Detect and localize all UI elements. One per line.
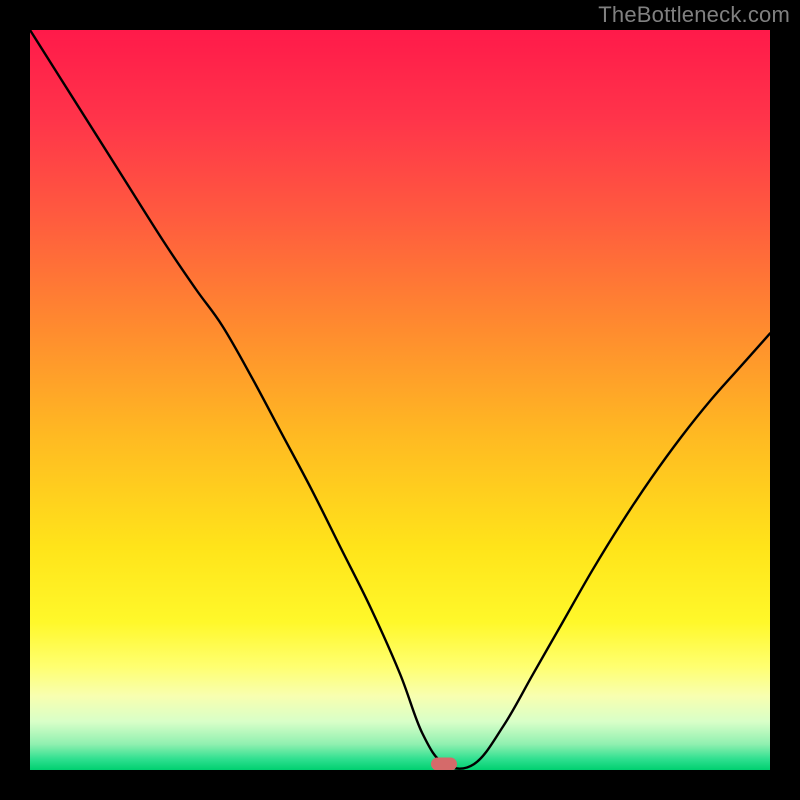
curve-layer [30, 30, 770, 770]
chart-frame: TheBottleneck.com [0, 0, 800, 800]
plot-area [30, 30, 770, 770]
optimal-marker [431, 758, 457, 770]
watermark-text: TheBottleneck.com [598, 2, 790, 28]
bottleneck-curve [30, 30, 770, 769]
